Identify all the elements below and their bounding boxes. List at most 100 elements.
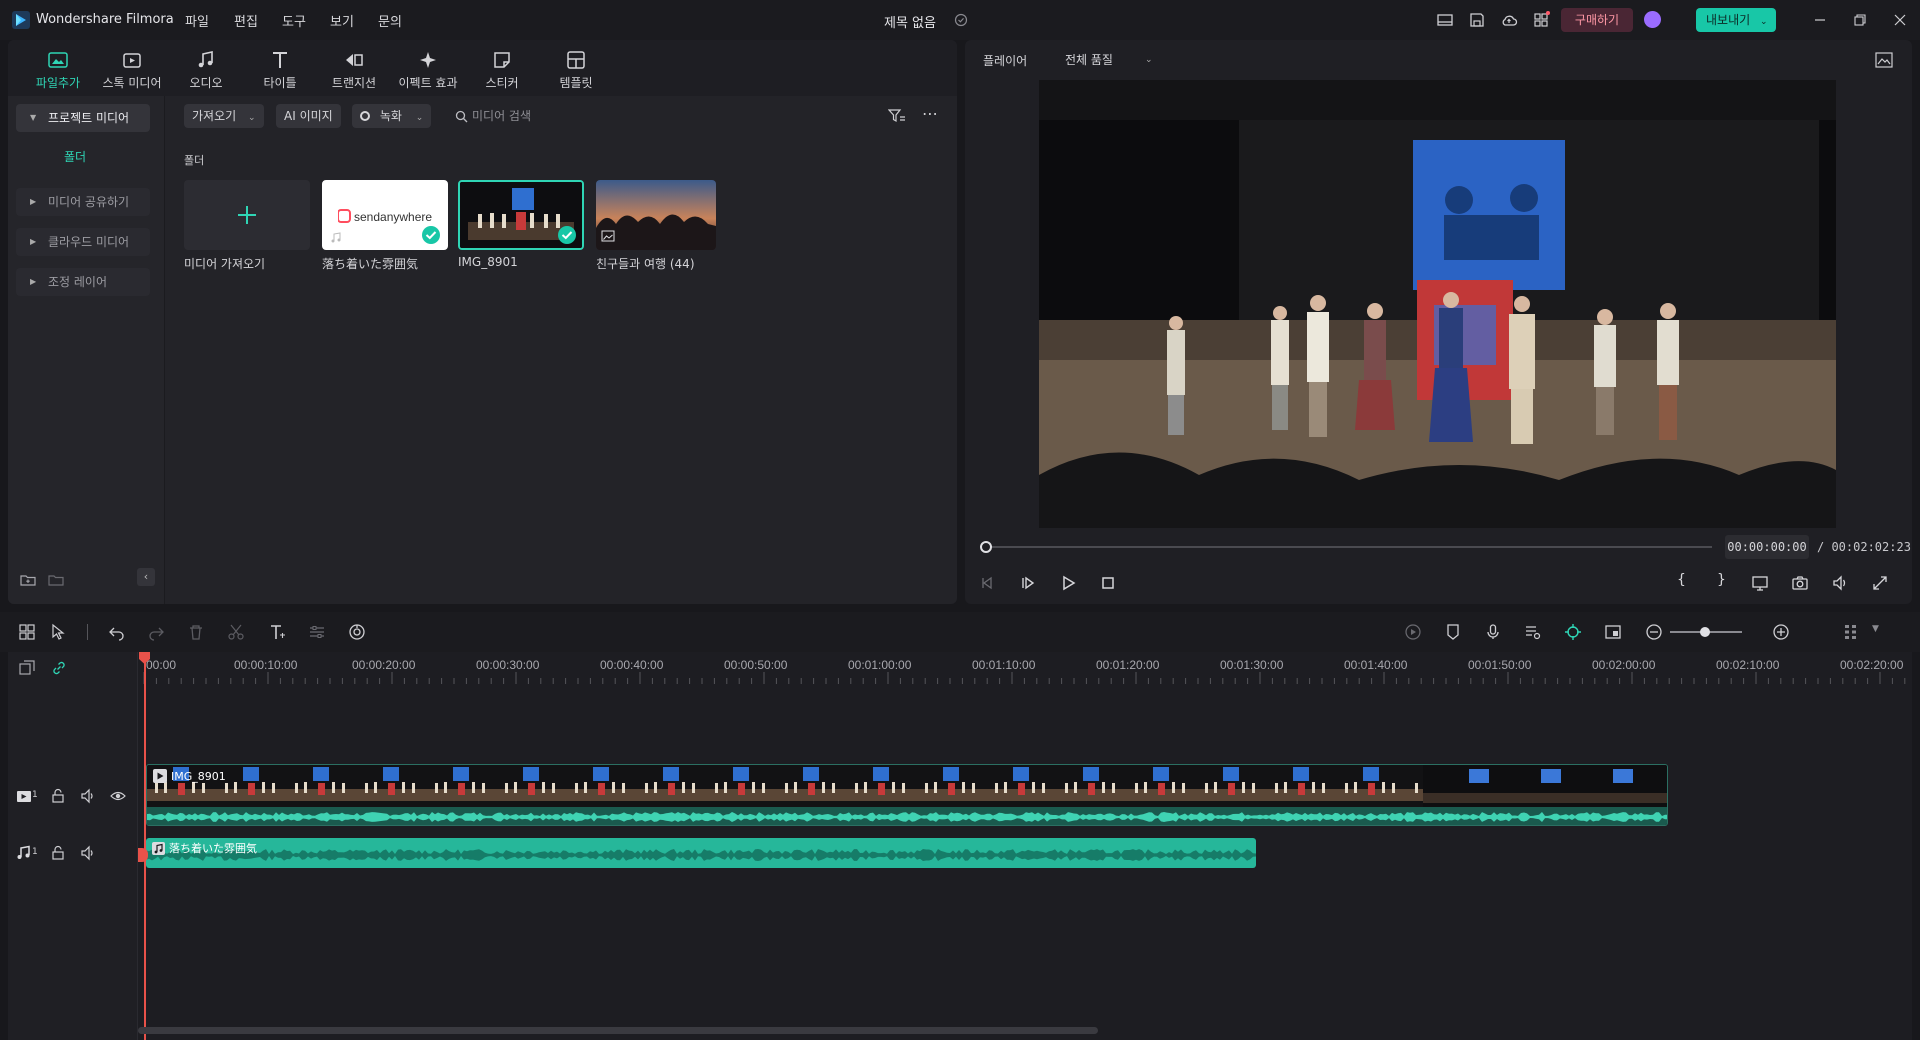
playhead-line[interactable] <box>144 652 146 1040</box>
image-compare-icon[interactable] <box>1875 52 1893 68</box>
media-search-input[interactable] <box>472 104 792 128</box>
eye-visibility-icon[interactable] <box>110 788 126 804</box>
sidebar-item-adjustment-layer[interactable]: ▶ 조정 레이어 <box>16 268 150 296</box>
volume-icon[interactable] <box>80 788 96 804</box>
stop-icon[interactable] <box>1099 574 1117 592</box>
speed-ramp-icon[interactable] <box>348 623 366 641</box>
play-icon[interactable] <box>1059 574 1077 592</box>
text-tool-icon[interactable] <box>268 623 286 641</box>
tab-stock-media[interactable]: 스톡 미디어 <box>99 40 165 96</box>
current-timecode[interactable]: 00:00:00:00 <box>1725 535 1809 559</box>
menu-edit[interactable]: 편집 <box>234 11 258 30</box>
tab-audio[interactable]: 오디오 <box>173 40 239 96</box>
zoom-slider-handle[interactable] <box>1700 627 1710 637</box>
export-button[interactable]: 내보내기 ⌄ <box>1696 8 1776 32</box>
media-item-folder[interactable] <box>596 180 716 250</box>
cloud-upload-icon[interactable] <box>1500 11 1518 29</box>
volume-icon[interactable] <box>80 845 96 861</box>
sidebar-item-cloud-media[interactable]: ▶ 클라우드 미디어 <box>16 228 150 256</box>
layout-grid-icon[interactable] <box>18 623 36 641</box>
add-track-icon[interactable] <box>19 660 35 676</box>
record-dropdown[interactable]: 녹화 ⌄ <box>352 104 432 128</box>
pip-icon[interactable] <box>1604 623 1622 641</box>
user-avatar[interactable] <box>1644 11 1661 28</box>
collapse-sidebar-button[interactable]: ‹ <box>137 568 155 586</box>
buy-button[interactable]: 구매하기 <box>1561 8 1633 32</box>
adjust-sliders-icon[interactable] <box>308 623 326 641</box>
audio-clip[interactable]: 落ち着いた雰囲気 <box>146 838 1256 868</box>
tab-titles[interactable]: 타이틀 <box>247 40 313 96</box>
tab-label: 이펙트 효과 <box>398 76 458 90</box>
media-item-label: IMG_8901 <box>458 255 518 269</box>
ruler-tick-label: 00:00:20:00 <box>352 658 416 672</box>
marker-shield-icon[interactable] <box>1444 623 1462 641</box>
tab-stickers[interactable]: 스티커 <box>469 40 535 96</box>
ruler-tick-label: 00:00:50:00 <box>724 658 788 672</box>
tab-effects[interactable]: 이펙트 효과 <box>395 40 461 96</box>
redo-icon[interactable] <box>147 623 165 641</box>
more-options-icon[interactable]: ⋯ <box>922 104 939 123</box>
lock-open-icon[interactable] <box>50 845 66 861</box>
save-icon[interactable] <box>1468 11 1486 29</box>
timeline-horizontal-scrollbar[interactable] <box>138 1027 1098 1034</box>
media-item-video[interactable] <box>458 180 584 250</box>
menu-tools[interactable]: 도구 <box>282 11 306 30</box>
tab-transitions[interactable]: 트랜지션 <box>321 40 387 96</box>
ai-image-button[interactable]: AI 이미지 <box>276 104 341 128</box>
playhead-handle[interactable] <box>139 652 150 664</box>
new-folder-icon[interactable] <box>20 572 36 588</box>
render-preview-icon[interactable] <box>1404 623 1422 641</box>
sidebar-item-label: 미디어 공유하기 <box>48 195 130 209</box>
volume-icon[interactable] <box>1831 574 1849 592</box>
zoom-out-icon[interactable] <box>1645 623 1663 641</box>
import-dropdown[interactable]: 가져오기 ⌄ <box>184 104 264 128</box>
quality-dropdown[interactable]: 전체 품질 ⌄ <box>1053 48 1163 72</box>
filter-icon[interactable] <box>888 108 906 124</box>
tab-import-media[interactable]: 파일추가 <box>25 40 91 96</box>
playback-progress-track[interactable] <box>984 546 1712 548</box>
menu-file[interactable]: 파일 <box>185 11 209 30</box>
previous-frame-icon[interactable] <box>979 574 997 592</box>
close-icon[interactable] <box>1892 12 1908 28</box>
menu-help[interactable]: 문의 <box>378 11 402 30</box>
sidebar-item-share-media[interactable]: ▶ 미디어 공유하기 <box>16 188 150 216</box>
timeline-ruler[interactable]: 00:00 00:00:10:00 00:00:20:00 00:00:30:0… <box>138 652 1912 684</box>
music-note-icon <box>331 232 341 243</box>
grid-view-icon[interactable] <box>1842 623 1860 641</box>
fullscreen-icon[interactable] <box>1871 574 1889 592</box>
display-monitor-icon[interactable] <box>1751 574 1769 592</box>
select-cursor-icon[interactable] <box>50 623 68 641</box>
menu-view[interactable]: 보기 <box>330 11 354 30</box>
link-chain-icon[interactable] <box>51 660 67 676</box>
chevron-down-icon[interactable]: ▼ <box>1872 624 1879 634</box>
video-clip[interactable]: IMG_8901 <box>146 764 1668 826</box>
music-note-icon <box>198 51 213 68</box>
mark-in-icon[interactable]: { <box>1677 572 1686 588</box>
voiceover-list-icon[interactable] <box>1524 623 1542 641</box>
zoom-in-icon[interactable] <box>1772 623 1790 641</box>
play-frame-icon[interactable] <box>1019 574 1037 592</box>
media-item-audio[interactable]: sendanywhere <box>322 180 448 250</box>
ruler-tick-label: 00:00:10:00 <box>234 658 298 672</box>
ruler-tick-label: 00:01:00:00 <box>848 658 912 672</box>
video-clip-filmstrip <box>147 765 1667 825</box>
lock-open-icon[interactable] <box>50 788 66 804</box>
microphone-icon[interactable] <box>1484 623 1502 641</box>
minimize-icon[interactable] <box>1812 12 1828 28</box>
layout-icon[interactable] <box>1436 11 1454 29</box>
import-media-tile[interactable] <box>184 180 310 250</box>
apps-grid-icon[interactable] <box>1532 11 1550 29</box>
undo-icon[interactable] <box>108 623 126 641</box>
video-preview[interactable] <box>1039 80 1836 528</box>
scissors-icon[interactable] <box>227 623 245 641</box>
folder-icon[interactable] <box>48 572 64 588</box>
tab-templates[interactable]: 템플릿 <box>543 40 609 96</box>
playback-progress-handle[interactable] <box>980 541 992 553</box>
sidebar-item-project-media[interactable]: ▼ 프로젝트 미디어 <box>16 104 150 132</box>
restore-icon[interactable] <box>1852 12 1868 28</box>
snap-magnet-icon[interactable] <box>1564 623 1582 641</box>
mark-out-icon[interactable]: } <box>1717 572 1726 588</box>
delete-trash-icon[interactable] <box>187 623 205 641</box>
sidebar-folder[interactable]: 폴더 <box>64 148 86 165</box>
snapshot-camera-icon[interactable] <box>1791 574 1809 592</box>
